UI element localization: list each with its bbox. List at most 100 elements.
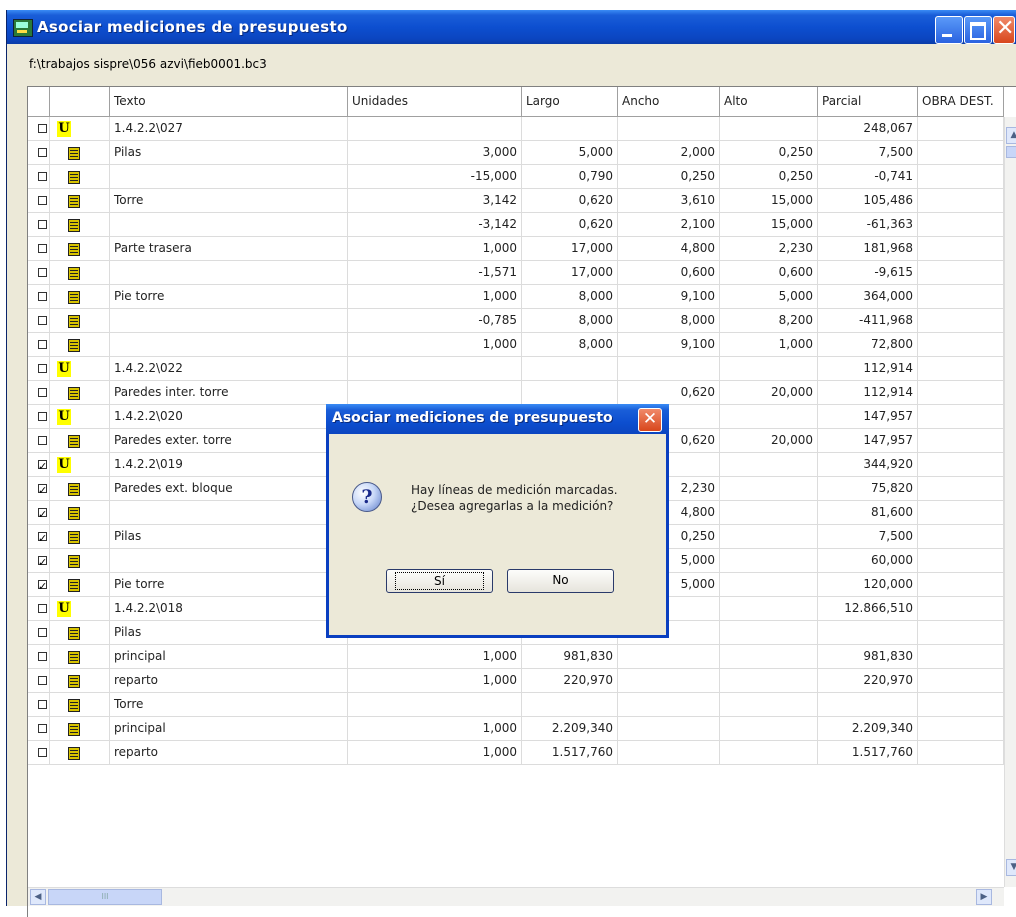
row-checkbox[interactable] bbox=[38, 148, 47, 157]
table-row[interactable]: -1,571 17,000 0,600 0,600 -9,615 bbox=[28, 261, 1004, 285]
row-checkbox[interactable] bbox=[38, 364, 47, 373]
column-header-largo[interactable]: Largo bbox=[522, 87, 618, 117]
table-row[interactable]: principal 1,000 981,830 981,830 bbox=[28, 645, 1004, 669]
table-row[interactable]: U 1.4.2.2\027 248,067 bbox=[28, 117, 1004, 141]
column-header-obra-dest[interactable]: OBRA DEST. bbox=[918, 87, 1004, 117]
row-checkbox[interactable] bbox=[38, 244, 47, 253]
yes-button[interactable]: Sí bbox=[386, 569, 493, 593]
maximize-button[interactable] bbox=[964, 16, 992, 44]
column-header-unidades[interactable]: Unidades bbox=[348, 87, 522, 117]
scroll-down-icon[interactable]: ▼ bbox=[1006, 859, 1016, 876]
measurement-line-icon bbox=[68, 675, 80, 688]
measurement-line-icon bbox=[68, 579, 80, 592]
row-checkbox[interactable] bbox=[38, 552, 47, 572]
column-header-parcial[interactable]: Parcial bbox=[818, 87, 918, 117]
column-header-check[interactable] bbox=[28, 87, 50, 117]
row-checkbox[interactable] bbox=[38, 340, 47, 349]
row-checkbox[interactable] bbox=[38, 124, 47, 133]
table-row[interactable]: principal 1,000 2.209,340 2.209,340 bbox=[28, 717, 1004, 741]
row-checkbox[interactable] bbox=[38, 412, 47, 421]
table-row[interactable]: -3,142 0,620 2,100 15,000 -61,363 bbox=[28, 213, 1004, 237]
dialog-close-icon[interactable]: ✕ bbox=[638, 408, 662, 432]
table-row[interactable]: U 1.4.2.2\022 112,914 bbox=[28, 357, 1004, 381]
cell-obra-dest bbox=[918, 501, 1004, 525]
row-checkbox[interactable] bbox=[38, 748, 47, 757]
dialog-title-bar[interactable]: Asociar mediciones de presupuesto ✕ bbox=[326, 404, 669, 434]
close-button[interactable]: ✕ bbox=[993, 16, 1015, 44]
table-row[interactable]: 1,000 8,000 9,100 1,000 72,800 bbox=[28, 333, 1004, 357]
cell-parcial: -9,615 bbox=[818, 261, 918, 285]
row-checkbox[interactable] bbox=[38, 652, 47, 661]
table-row[interactable]: Paredes inter. torre 0,620 20,000 112,914 bbox=[28, 381, 1004, 405]
cell-ancho: 2,100 bbox=[618, 213, 720, 237]
row-checkbox[interactable] bbox=[38, 456, 47, 476]
cell-alto: 5,000 bbox=[720, 285, 818, 309]
row-checkbox[interactable] bbox=[38, 436, 47, 445]
table-row[interactable]: Torre bbox=[28, 693, 1004, 717]
cell-obra-dest bbox=[918, 405, 1004, 429]
cell-unidades: -0,785 bbox=[348, 309, 522, 333]
cell-obra-dest bbox=[918, 621, 1004, 645]
cell-parcial: 981,830 bbox=[818, 645, 918, 669]
table-row[interactable]: reparto 1,000 220,970 220,970 bbox=[28, 669, 1004, 693]
cell-largo: 17,000 bbox=[522, 237, 618, 261]
cell-largo: 8,000 bbox=[522, 285, 618, 309]
column-header-alto[interactable]: Alto bbox=[720, 87, 818, 117]
table-row[interactable]: -15,000 0,790 0,250 0,250 -0,741 bbox=[28, 165, 1004, 189]
scroll-left-icon[interactable]: ◀ bbox=[30, 889, 46, 905]
cell-texto: Pilas bbox=[110, 141, 348, 165]
cell-parcial: -61,363 bbox=[818, 213, 918, 237]
scroll-right-icon[interactable]: ▶ bbox=[976, 889, 992, 905]
cell-parcial: 7,500 bbox=[818, 141, 918, 165]
vertical-scrollbar[interactable]: ▲ ▼ bbox=[1004, 117, 1016, 887]
vertical-scroll-thumb[interactable] bbox=[1006, 146, 1016, 158]
row-checkbox[interactable] bbox=[38, 292, 47, 301]
row-checkbox[interactable] bbox=[38, 316, 47, 325]
cell-check bbox=[28, 645, 50, 669]
no-button[interactable]: No bbox=[507, 569, 614, 593]
column-header-texto[interactable]: Texto bbox=[110, 87, 348, 117]
horizontal-scrollbar[interactable]: ◀ III ▶ bbox=[28, 887, 1004, 906]
row-checkbox[interactable] bbox=[38, 676, 47, 685]
column-header-ancho[interactable]: Ancho bbox=[618, 87, 720, 117]
cell-largo bbox=[522, 357, 618, 381]
title-bar[interactable]: Asociar mediciones de presupuesto ✕ bbox=[7, 10, 1016, 44]
row-checkbox[interactable] bbox=[38, 604, 47, 613]
row-checkbox[interactable] bbox=[38, 196, 47, 205]
cell-alto bbox=[720, 693, 818, 717]
row-checkbox[interactable] bbox=[38, 172, 47, 181]
cell-parcial: 147,957 bbox=[818, 429, 918, 453]
row-checkbox[interactable] bbox=[38, 628, 47, 637]
table-row[interactable]: Torre 3,142 0,620 3,610 15,000 105,486 bbox=[28, 189, 1004, 213]
cell-unidades: 3,000 bbox=[348, 141, 522, 165]
row-checkbox[interactable] bbox=[38, 480, 47, 500]
cell-largo: 1.517,760 bbox=[522, 741, 618, 765]
cell-type bbox=[50, 429, 110, 453]
row-checkbox[interactable] bbox=[38, 220, 47, 229]
cell-unidades: 1,000 bbox=[348, 669, 522, 693]
table-row[interactable]: reparto 1,000 1.517,760 1.517,760 bbox=[28, 741, 1004, 765]
table-row[interactable]: Pie torre 1,000 8,000 9,100 5,000 364,000 bbox=[28, 285, 1004, 309]
cell-obra-dest bbox=[918, 237, 1004, 261]
table-row[interactable]: -0,785 8,000 8,000 8,200 -411,968 bbox=[28, 309, 1004, 333]
cell-type bbox=[50, 189, 110, 213]
table-row[interactable]: Pilas 3,000 5,000 2,000 0,250 7,500 bbox=[28, 141, 1004, 165]
row-checkbox[interactable] bbox=[38, 700, 47, 709]
column-header-type[interactable] bbox=[50, 87, 110, 117]
cell-ancho bbox=[618, 645, 720, 669]
row-checkbox[interactable] bbox=[38, 504, 47, 524]
cell-ancho bbox=[618, 117, 720, 141]
row-checkbox[interactable] bbox=[38, 268, 47, 277]
cell-obra-dest bbox=[918, 189, 1004, 213]
row-checkbox[interactable] bbox=[38, 724, 47, 733]
minimize-button[interactable] bbox=[935, 16, 963, 44]
table-row[interactable]: Parte trasera 1,000 17,000 4,800 2,230 181,96… bbox=[28, 237, 1004, 261]
measurement-line-icon bbox=[68, 627, 80, 640]
cell-alto bbox=[720, 453, 818, 477]
row-checkbox[interactable] bbox=[38, 576, 47, 596]
row-checkbox[interactable] bbox=[38, 388, 47, 397]
unit-icon: U bbox=[57, 457, 71, 473]
scroll-up-icon[interactable]: ▲ bbox=[1006, 127, 1016, 144]
horizontal-scroll-thumb[interactable]: III bbox=[48, 889, 162, 905]
row-checkbox[interactable] bbox=[38, 528, 47, 548]
